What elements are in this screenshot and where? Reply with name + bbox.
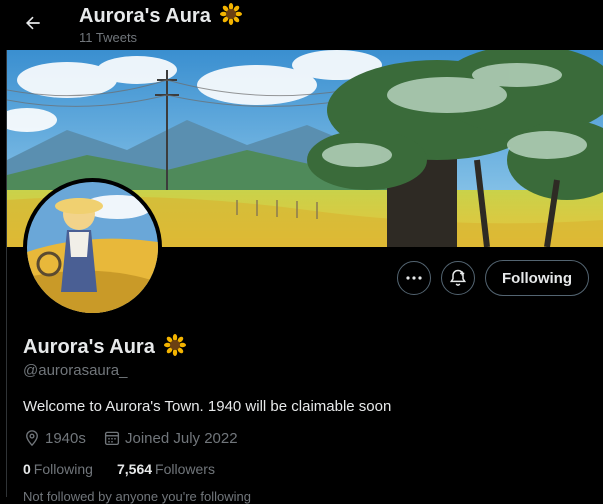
header-title: Aurora's Aura	[79, 3, 243, 28]
bell-plus-icon	[449, 269, 467, 286]
profile-bio: Welcome to Aurora's Town. 1940 will be c…	[23, 398, 392, 415]
profile-header: Aurora's Aura 11 Tweets	[0, 0, 603, 50]
back-button[interactable]	[15, 5, 51, 41]
followers-label: Followers	[155, 461, 215, 477]
calendar-icon	[104, 431, 120, 446]
profile-joined: Joined July 2022	[103, 429, 238, 447]
tweet-count: 11 Tweets	[79, 30, 138, 45]
notifications-button[interactable]	[441, 261, 475, 295]
sunflower-icon	[164, 334, 187, 356]
joined-text: Joined July 2022	[125, 429, 238, 447]
avatar-image	[27, 182, 158, 313]
location-pin-icon	[26, 430, 38, 447]
following-count: 0	[23, 461, 31, 477]
followers-count: 7,564	[117, 461, 153, 477]
followers-count-link[interactable]: 7,564 Followers	[117, 461, 215, 477]
more-icon	[406, 276, 422, 280]
profile-name-text: Aurora's Aura	[23, 336, 155, 358]
profile-location: 1940s	[23, 429, 86, 447]
following-label: Following	[33, 461, 93, 477]
header-title-text: Aurora's Aura	[79, 5, 211, 27]
sunflower-icon	[220, 3, 243, 25]
arrow-left-icon	[26, 16, 40, 30]
location-text: 1940s	[45, 429, 86, 447]
following-count-link[interactable]: 0 Following	[23, 461, 93, 477]
profile-avatar[interactable]	[23, 178, 162, 317]
profile-name: Aurora's Aura	[23, 334, 187, 359]
following-button[interactable]: Following	[485, 260, 589, 296]
profile-handle: @aurorasaura_	[23, 362, 128, 379]
left-border	[0, 0, 7, 497]
more-button[interactable]	[397, 261, 431, 295]
